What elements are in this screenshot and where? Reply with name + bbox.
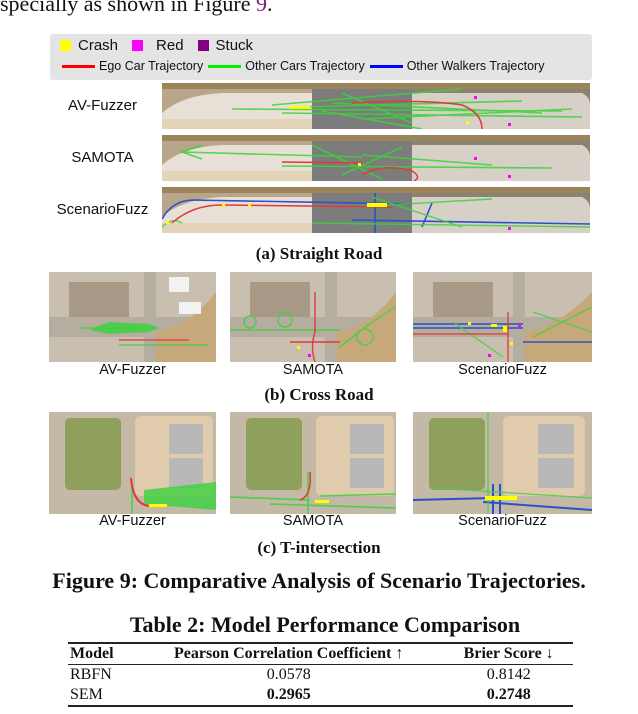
legend-item-other-walkers: Other Walkers Trajectory	[369, 59, 545, 73]
subfigure-caption-straight-road: (a) Straight Road	[255, 244, 383, 263]
legend-label: Stuck	[215, 37, 254, 54]
stuck-marker-icon	[197, 40, 209, 51]
column-header-model: Model	[68, 643, 133, 665]
column-header-pearson: Pearson Correlation Coefficient ↑	[132, 643, 445, 665]
legend-trajectories-row: Ego Car Trajectory Other Cars Trajectory…	[62, 59, 549, 73]
t-intersection-scenariofuzz-image	[413, 412, 592, 514]
body-text-line: specially as shown in Figure 9.	[0, 0, 273, 17]
other-walkers-line-icon	[369, 64, 403, 68]
method-label: ScenarioFuzz	[458, 513, 547, 529]
t-intersection-samota-image	[230, 412, 396, 514]
legend-label: Crash	[78, 37, 119, 54]
legend-label: Other Cars Trajectory	[245, 59, 365, 73]
body-text-prefix: specially as shown in Figure	[0, 0, 257, 16]
model-cell: RBFN	[70, 666, 112, 683]
figure-reference-link[interactable]: 9	[256, 0, 267, 16]
pearson-cell: 0.0578	[266, 666, 311, 683]
cross-road-samota-image	[230, 272, 396, 362]
figure-legend: Crash Red Stuck Ego Car Trajectory Other…	[50, 34, 592, 80]
subfigure-caption-t-intersection: (c) T-intersection	[257, 538, 381, 557]
cross-road-scenariofuzz-image	[413, 272, 592, 362]
t-intersection-avfuzzer-image	[49, 412, 216, 514]
table-row: SEM 0.2965 0.2748	[68, 685, 573, 707]
method-label: AV-Fuzzer	[99, 513, 166, 529]
legend-item-other-cars: Other Cars Trajectory	[208, 59, 365, 73]
straight-road-samota-image	[162, 135, 590, 181]
method-label: ScenarioFuzz	[458, 362, 547, 378]
pearson-cell: 0.2965	[132, 685, 445, 707]
crash-marker-icon	[60, 40, 71, 51]
cross-road-avfuzzer-image	[49, 272, 216, 362]
column-header-brier: Brier Score ↓	[444, 643, 573, 665]
legend-item-stuck: Stuck	[197, 37, 254, 54]
table-title: Table 2: Model Performance Comparison	[129, 612, 521, 637]
legend-item-red: Red	[132, 37, 184, 54]
straight-road-avfuzzer-image	[162, 83, 590, 129]
legend-item-ego-car: Ego Car Trajectory	[62, 59, 203, 73]
legend-markers-row: Crash Red Stuck	[60, 37, 267, 54]
legend-label: Ego Car Trajectory	[99, 59, 204, 73]
table-header-row: Model Pearson Correlation Coefficient ↑ …	[68, 643, 573, 665]
straight-road-scenariofuzz-image	[162, 187, 590, 233]
table-row: RBFN 0.0578 0.8142	[68, 665, 573, 686]
legend-label: Red	[156, 37, 184, 54]
method-label: SAMOTA	[71, 149, 134, 166]
method-label: AV-Fuzzer	[99, 362, 166, 378]
model-cell: SEM	[68, 685, 133, 707]
brier-cell: 0.2748	[444, 685, 573, 707]
method-label: SAMOTA	[282, 362, 344, 378]
figure-caption: Figure 9: Comparative Analysis of Scenar…	[52, 568, 586, 593]
legend-item-crash: Crash	[60, 37, 118, 54]
method-label: SAMOTA	[282, 513, 344, 529]
ego-car-line-icon	[62, 64, 95, 68]
body-text-suffix: .	[267, 0, 273, 16]
performance-table: Model Pearson Correlation Coefficient ↑ …	[68, 642, 573, 707]
red-light-marker-icon	[132, 40, 144, 51]
method-label: AV-Fuzzer	[68, 97, 137, 114]
legend-label: Other Walkers Trajectory	[406, 59, 545, 73]
method-label: ScenarioFuzz	[56, 201, 149, 218]
other-cars-line-icon	[208, 64, 242, 68]
brier-cell: 0.8142	[486, 666, 531, 683]
subfigure-caption-cross-road: (b) Cross Road	[264, 385, 374, 404]
